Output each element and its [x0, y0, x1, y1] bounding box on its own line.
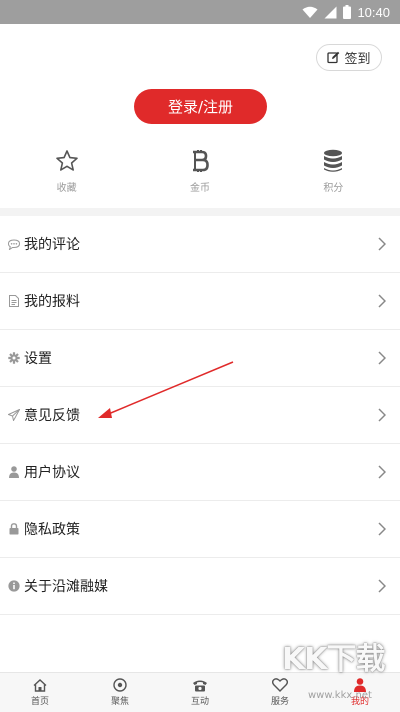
tab-home[interactable]: 首页 [0, 673, 80, 712]
paper-plane-icon [8, 409, 20, 421]
chevron-right-icon [378, 294, 386, 308]
section-divider [0, 208, 400, 216]
menu-item-label: 设置 [24, 351, 52, 367]
chevron-right-icon [378, 351, 386, 365]
quick-item-points[interactable]: 积分 [267, 148, 400, 198]
chevron-right-icon [378, 237, 386, 251]
battery-icon [343, 5, 352, 19]
settings-menu: 我的评论 我的报料 设置 意见反馈 用户协议 隐私政策 关于沿滩融媒 [0, 216, 400, 615]
document-icon [9, 295, 19, 307]
quick-item-label: 积分 [323, 183, 344, 194]
chevron-right-icon [378, 579, 386, 593]
tab-label: 首页 [30, 696, 49, 707]
wifi-icon [302, 6, 318, 18]
menu-item-label: 隐私政策 [24, 522, 80, 538]
quick-item-label: 收藏 [56, 183, 77, 194]
chevron-right-icon [378, 465, 386, 479]
tab-label: 聚焦 [110, 697, 129, 707]
watermark-text: KK下载 [282, 642, 385, 677]
watermark-url: www.kkx.net [308, 690, 372, 701]
menu-item-about[interactable]: 关于沿滩融媒 [0, 558, 400, 615]
user-icon [9, 466, 19, 478]
focus-icon [113, 678, 127, 692]
menu-item-label: 关于沿滩融媒 [24, 579, 108, 595]
quick-actions: 收藏 金币 积分 [0, 148, 400, 198]
menu-item-label: 我的报料 [24, 294, 80, 310]
profile-page: 10:40 签到 登录/注册 收藏 金币 积分 我的评论 我的报料 设置 意见反… [0, 0, 400, 712]
status-bar: 10:40 [0, 0, 400, 24]
bitcoin-icon [192, 150, 209, 172]
menu-item-privacy-policy[interactable]: 隐私政策 [0, 501, 400, 558]
quick-item-label: 金币 [189, 183, 210, 194]
home-icon [33, 678, 47, 692]
sign-in-button[interactable]: 签到 [316, 44, 382, 71]
menu-item-label: 意见反馈 [24, 408, 80, 424]
chevron-right-icon [378, 408, 386, 422]
database-icon [324, 149, 343, 172]
phone-icon [193, 680, 207, 691]
menu-item-settings[interactable]: 设置 [0, 330, 400, 387]
signal-icon [324, 6, 337, 18]
status-time: 10:40 [357, 4, 390, 20]
tab-focus[interactable]: 聚焦 [80, 673, 160, 712]
watermark: KK下载 www.kkx.net [274, 630, 394, 710]
menu-item-label: 用户协议 [24, 465, 80, 481]
gear-icon [8, 352, 20, 364]
menu-item-user-agreement[interactable]: 用户协议 [0, 444, 400, 501]
menu-item-my-comments[interactable]: 我的评论 [0, 216, 400, 273]
lock-icon [9, 523, 19, 535]
quick-item-favorites[interactable]: 收藏 [0, 148, 133, 198]
login-register-button[interactable]: 登录/注册 [134, 89, 267, 124]
tab-interaction[interactable]: 互动 [160, 673, 240, 712]
chevron-right-icon [378, 522, 386, 536]
sign-in-label: 签到 [344, 52, 371, 67]
star-icon [55, 150, 78, 171]
menu-item-my-reports[interactable]: 我的报料 [0, 273, 400, 330]
info-icon [8, 580, 20, 592]
menu-item-label: 我的评论 [24, 237, 80, 253]
menu-item-feedback[interactable]: 意见反馈 [0, 387, 400, 444]
quick-item-coins[interactable]: 金币 [133, 148, 266, 198]
comment-icon [8, 238, 20, 250]
edit-icon [327, 51, 340, 64]
tab-label: 互动 [190, 696, 209, 707]
